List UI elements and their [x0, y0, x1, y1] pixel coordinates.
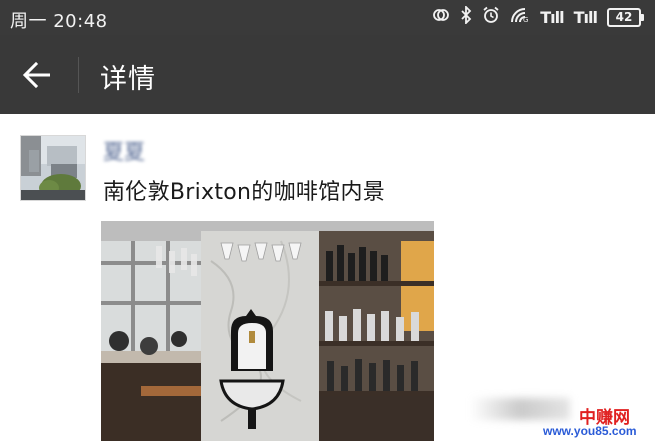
status-icons: G Tıll Tıll 42 [422, 4, 644, 28]
avatar-image [21, 136, 85, 200]
watermark-url: www.you85.com [543, 424, 637, 438]
svg-text:G: G [523, 16, 528, 23]
battery-indicator: 42 [607, 7, 644, 27]
alarm-icon [482, 6, 500, 28]
wifi-icon: G [510, 7, 530, 27]
status-bar: 周一 20:48 G Tıll Tıll 42 [0, 0, 655, 35]
post: 夏夏 南伦敦Brixton的咖啡馆内景 [0, 114, 655, 441]
back-button[interactable] [18, 55, 58, 95]
bluetooth-icon [460, 4, 472, 28]
app-bar: 详情 [0, 35, 655, 114]
post-text: 南伦敦Brixton的咖啡馆内景 [103, 180, 386, 205]
screen: 周一 20:48 G Tıll Tıll 42 详情 夏夏 南伦敦Brixton… [0, 0, 655, 441]
blurred-watermark [470, 398, 570, 420]
cafe-interior-photo [101, 221, 434, 441]
post-image[interactable] [101, 221, 434, 441]
arrow-left-icon [22, 61, 50, 89]
author-name[interactable]: 夏夏 [103, 136, 145, 166]
page-title: 详情 [100, 64, 156, 95]
signal-strength-1: Tıll [540, 7, 564, 27]
avatar[interactable] [20, 135, 86, 201]
signal-strength-2: Tıll [573, 7, 598, 27]
sync-icon [432, 6, 450, 28]
appbar-divider [78, 57, 79, 93]
status-time: 周一 20:48 [10, 11, 108, 32]
